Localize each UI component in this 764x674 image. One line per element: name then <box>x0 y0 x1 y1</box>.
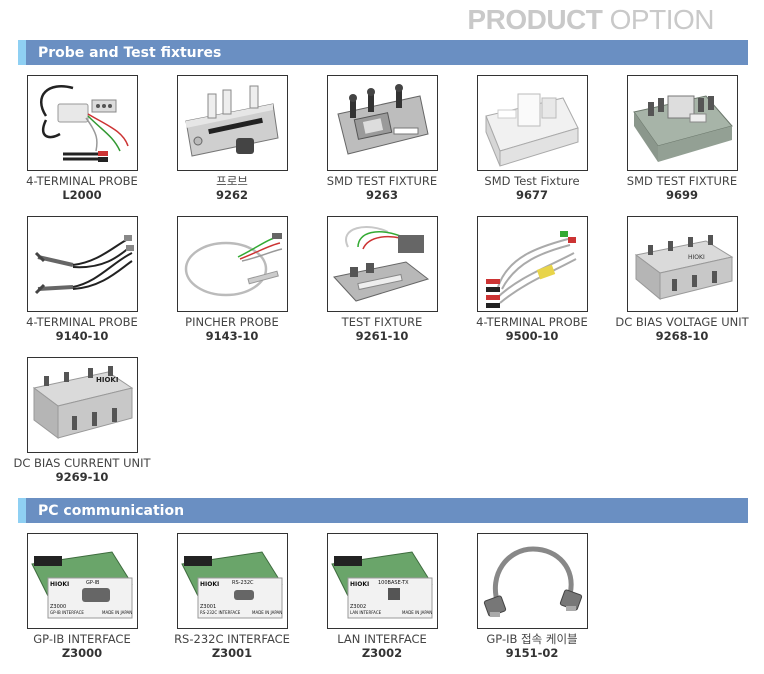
product-caption: GP-IB 접속 케이블 <box>486 632 578 646</box>
product-code[interactable]: 9140-10 <box>7 329 157 343</box>
hioki-logo-text: HIOKI <box>96 376 118 384</box>
product-code[interactable]: 9143-10 <box>157 329 307 343</box>
product-code[interactable]: Z3002 <box>307 646 457 660</box>
product-code[interactable]: 9263 <box>307 188 457 202</box>
product-image[interactable]: HIOKI <box>627 216 738 312</box>
product-caption: SMD Test Fixture <box>484 174 580 188</box>
product-caption: DC BIAS CURRENT UNIT <box>13 456 151 470</box>
page-title-bold: PRODUCT <box>467 4 603 35</box>
product-caption: SMD TEST FIXTURE <box>326 174 438 188</box>
product-image[interactable] <box>177 75 288 171</box>
section-header-probes: Probe and Test fixtures <box>18 40 748 65</box>
product-code[interactable]: 9500-10 <box>457 329 607 343</box>
product-caption: 4-TERMINAL PROBE <box>476 315 588 329</box>
product-image[interactable] <box>27 75 138 171</box>
board-label: 100BASE-TX <box>378 580 409 586</box>
page-title: PRODUCT OPTION <box>467 4 714 36</box>
made-in-label: MADE IN JAPAN <box>402 610 432 615</box>
product-caption: GP-IB INTERFACE <box>33 632 131 646</box>
board-interface-label: RS-232C INTERFACE <box>200 610 241 615</box>
product-image[interactable] <box>477 216 588 312</box>
made-in-label: MADE IN JAPAN <box>252 610 282 615</box>
product-image[interactable]: HIOKI RS-232C Z3001 RS-232C INTERFACE MA… <box>177 533 288 629</box>
product-image[interactable] <box>327 216 438 312</box>
product-caption: DC BIAS VOLTAGE UNIT <box>615 315 749 329</box>
product-code[interactable]: 9677 <box>457 188 607 202</box>
product-image[interactable] <box>27 216 138 312</box>
hioki-logo-text: HIOKI <box>350 581 369 588</box>
product-image[interactable] <box>177 216 288 312</box>
product-image[interactable]: HIOKI GP-IB Z3000 GP-IB INTERFACE MADE I… <box>27 533 138 629</box>
product-image[interactable] <box>477 533 588 629</box>
made-in-label: MADE IN JAPAN <box>102 610 132 615</box>
board-interface-label: GP-IB INTERFACE <box>50 610 84 615</box>
hioki-logo-text: HIOKI <box>50 581 69 588</box>
product-code[interactable]: 9699 <box>607 188 757 202</box>
product-caption: 프로브 <box>216 174 248 188</box>
section-marker <box>18 498 26 523</box>
product-caption: TEST FIXTURE <box>341 315 423 329</box>
product-caption: RS-232C INTERFACE <box>174 632 290 646</box>
product-caption: SMD TEST FIXTURE <box>626 174 738 188</box>
product-code[interactable]: 9151-02 <box>457 646 607 660</box>
product-code[interactable]: Z3000 <box>7 646 157 660</box>
hioki-logo-text: HIOKI <box>200 581 219 588</box>
section-marker <box>18 40 26 65</box>
product-code[interactable]: L2000 <box>7 188 157 202</box>
board-label: RS-232C <box>232 580 254 586</box>
product-code[interactable]: 9269-10 <box>7 470 157 484</box>
hioki-logo-text: HIOKI <box>688 254 705 261</box>
product-code[interactable]: 9262 <box>157 188 307 202</box>
product-code[interactable]: 9268-10 <box>607 329 757 343</box>
product-code[interactable]: Z3001 <box>157 646 307 660</box>
section-title: Probe and Test fixtures <box>38 44 222 61</box>
board-label: GP-IB <box>86 580 100 586</box>
product-image[interactable] <box>327 75 438 171</box>
product-code[interactable]: 9261-10 <box>307 329 457 343</box>
product-caption: 4-TERMINAL PROBE <box>26 174 138 188</box>
product-caption: LAN INTERFACE <box>337 632 427 646</box>
product-caption: PINCHER PROBE <box>185 315 279 329</box>
product-image[interactable] <box>477 75 588 171</box>
board-interface-label: LAN INTERFACE <box>350 610 382 615</box>
section-header-pc-communication: PC communication <box>18 498 748 523</box>
section-title: PC communication <box>38 502 185 519</box>
product-image[interactable] <box>627 75 738 171</box>
product-caption: 4-TERMINAL PROBE <box>26 315 138 329</box>
page-title-light: OPTION <box>609 4 715 35</box>
product-image[interactable]: HIOKI <box>27 357 138 453</box>
product-image[interactable]: HIOKI 100BASE-TX Z3002 LAN INTERFACE MAD… <box>327 533 438 629</box>
